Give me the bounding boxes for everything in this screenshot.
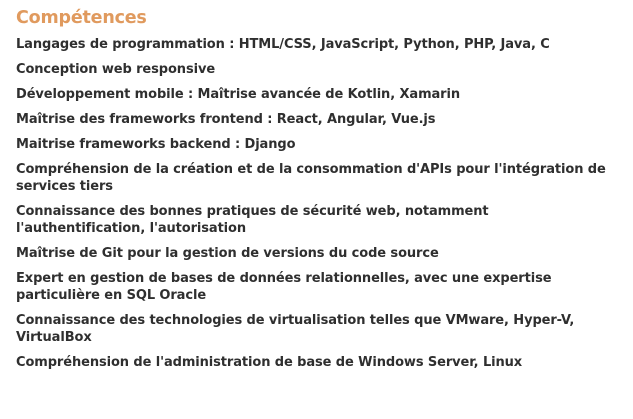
section-title: Compétences <box>16 8 147 28</box>
skill-item: Maîtrise de Git pour la gestion de versi… <box>16 246 439 261</box>
skills-list: Langages de programmation : HTML/CSS, Ja… <box>16 36 617 371</box>
skills-section: Compétences Langages de programmation : … <box>0 0 633 419</box>
skill-item: Expert en gestion de bases de données re… <box>16 271 552 303</box>
skill-item: Développement mobile : Maîtrise avancée … <box>16 87 461 102</box>
skill-item: Connaissance des technologies de virtual… <box>16 313 575 345</box>
skill-item: Maîtrise des frameworks frontend : React… <box>16 112 436 127</box>
skill-item: Langages de programmation : HTML/CSS, Ja… <box>16 37 550 52</box>
skill-item: Compréhension de la création et de la co… <box>16 162 606 194</box>
skill-item: Conception web responsive <box>16 62 216 77</box>
skill-item: Maitrise frameworks backend : Django <box>16 137 296 152</box>
skill-item: Compréhension de l'administration de bas… <box>16 355 523 370</box>
skill-item: Connaissance des bonnes pratiques de séc… <box>16 204 489 236</box>
